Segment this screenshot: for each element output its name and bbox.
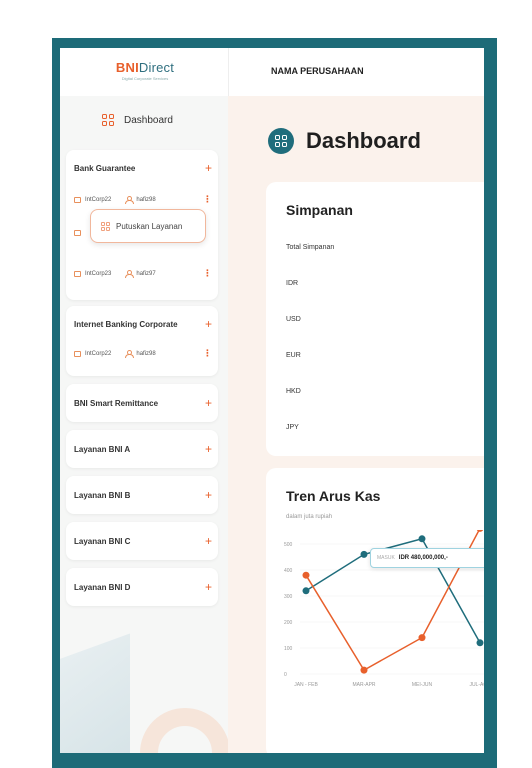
add-icon[interactable]: + [205,535,212,547]
card-title: Internet Banking Corporate [74,319,178,329]
data-point [360,666,368,674]
data-point [360,550,368,558]
company-name: NAMA PERUSAHAAN [271,66,364,76]
company-icon [74,230,81,236]
simpanan-row: HKD [286,388,301,395]
simpanan-row: IDR [286,280,299,287]
y-tick-label: 400 [284,568,293,574]
more-options-icon[interactable]: ⋮ [203,348,212,359]
simpanan-row: EUR [286,352,301,359]
account-row[interactable]: IntCorp22 hafiz98 ⋮ [74,194,212,205]
data-point [302,571,310,579]
sidebar: BNIDirect Digital Corporate Services Das… [60,48,228,753]
more-options-icon[interactable]: ⋮ [203,194,212,205]
y-tick-label: 0 [284,672,287,678]
tooltip-value: IDR 480,000,000,- [398,555,448,561]
card-title: Layanan BNI B [74,490,131,500]
x-tick-label: MEI-JUN [412,682,433,688]
card-title: Layanan BNI A [74,444,131,454]
service-card-layanan-b[interactable]: Layanan BNI B + [66,476,218,514]
chart-tooltip: MASUK IDR 480,000,000,- [370,548,484,568]
service-card-smart-remittance[interactable]: BNI Smart Remittance + [66,384,218,422]
x-tick-label: JUL-AGS [469,682,484,688]
popup-label: Putuskan Layanan [116,221,183,231]
dashboard-title-icon [268,128,294,154]
x-tick-label: MAR-APR [352,682,375,688]
decorative-ring [140,708,228,753]
putuskan-layanan-menu-item[interactable]: Putuskan Layanan [90,209,206,243]
service-card-layanan-c[interactable]: Layanan BNI C + [66,522,218,560]
simpanan-row: Total Simpanan [286,244,335,251]
add-icon[interactable]: + [205,162,212,174]
user-icon [125,196,135,204]
card-title: BNI Smart Remittance [74,398,159,408]
simpanan-card: Simpanan Total Simpanan IDR USD EUR HKD … [266,182,484,456]
sidebar-item-label: Dashboard [124,114,173,126]
tren-arus-kas-card: Tren Arus Kas dalam juta rupiah 0 100 200 3… [266,468,484,753]
account-row[interactable]: IntCorp22 hafiz98 ⋮ [74,348,212,359]
sidebar-item-dashboard[interactable]: Dashboard [102,114,173,126]
dashboard-grid-icon [102,114,114,126]
card-title: Layanan BNI C [74,536,131,546]
data-point [418,634,426,642]
bni-direct-logo[interactable]: BNIDirect Digital Corporate Services [110,60,180,81]
add-icon[interactable]: + [205,397,212,409]
data-point [418,535,426,543]
add-icon[interactable]: + [205,443,212,455]
y-tick-label: 500 [284,542,293,548]
logo-subtitle: Digital Corporate Services [121,76,169,81]
company-icon [74,196,81,203]
company-icon [74,270,81,277]
simpanan-row: JPY [286,424,299,431]
user-icon [125,350,135,358]
page-title: Dashboard [306,128,421,153]
simpanan-title: Simpanan [286,202,353,218]
sidebar-header: BNIDirect Digital Corporate Services [60,48,228,96]
data-point [302,587,310,595]
user-icon [125,270,135,278]
simpanan-row: USD [286,316,301,323]
more-options-icon[interactable]: ⋮ [203,268,212,279]
company-icon [74,350,81,357]
service-card-layanan-a[interactable]: Layanan BNI A + [66,430,218,468]
add-icon[interactable]: + [205,318,212,330]
tooltip-key: MASUK [377,555,395,561]
x-tick-label: JAN - FEB [294,682,318,688]
y-tick-label: 200 [284,620,293,626]
service-card-layanan-d[interactable]: Layanan BNI D + [66,568,218,606]
add-icon[interactable]: + [205,581,212,593]
app-screen: BNIDirect Digital Corporate Services Das… [60,48,484,753]
decorative-shape [60,633,130,753]
y-tick-label: 100 [284,646,293,652]
card-title: Layanan BNI D [74,582,131,592]
main-content: Dashboard Simpanan Total Simpanan IDR US… [228,96,484,753]
data-point [476,639,484,647]
disconnect-icon [101,221,110,231]
card-title: Bank Guarantee [74,163,136,173]
account-row[interactable]: IntCorp23 hafiz97 ⋮ [74,268,212,279]
top-header: NAMA PERUSAHAAN [228,48,484,96]
chart-title: Tren Arus Kas [286,488,381,504]
service-card-internet-banking: Internet Banking Corporate + IntCorp22 h… [66,306,218,376]
add-icon[interactable]: + [205,489,212,501]
chart-subtitle: dalam juta rupiah [286,514,333,520]
y-tick-label: 300 [284,594,293,600]
